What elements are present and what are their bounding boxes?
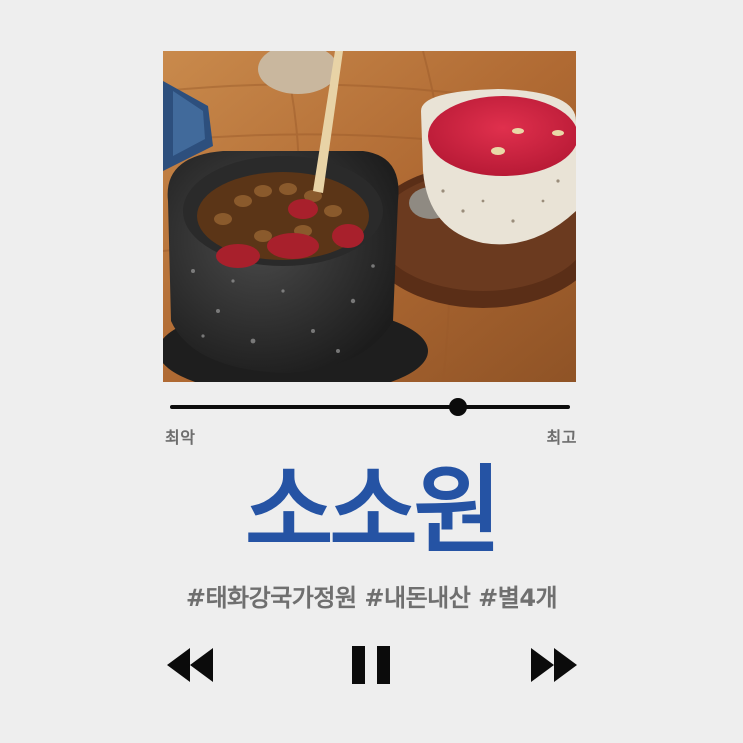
music-player-card: 최악 최고 소소원 #태화강국가정원 #내돈내산 #별4개 (0, 0, 743, 743)
fast-forward-icon (531, 648, 577, 682)
pause-icon (352, 646, 390, 684)
rewind-button[interactable] (165, 644, 215, 686)
food-photo (163, 51, 576, 382)
rewind-icon (167, 648, 213, 682)
rating-slider[interactable] (170, 396, 570, 420)
hashtags: #태화강국가정원 #내돈내산 #별4개 (185, 584, 558, 612)
fast-forward-button[interactable] (529, 644, 579, 686)
tea-photo-illustration (163, 51, 576, 382)
pause-button[interactable] (350, 644, 392, 686)
track-title: 소소원 (245, 455, 502, 567)
slider-thumb[interactable] (449, 398, 467, 416)
slider-track[interactable] (170, 405, 570, 409)
scale-min-label: 최악 (165, 428, 196, 447)
scale-max-label: 최고 (546, 428, 577, 447)
